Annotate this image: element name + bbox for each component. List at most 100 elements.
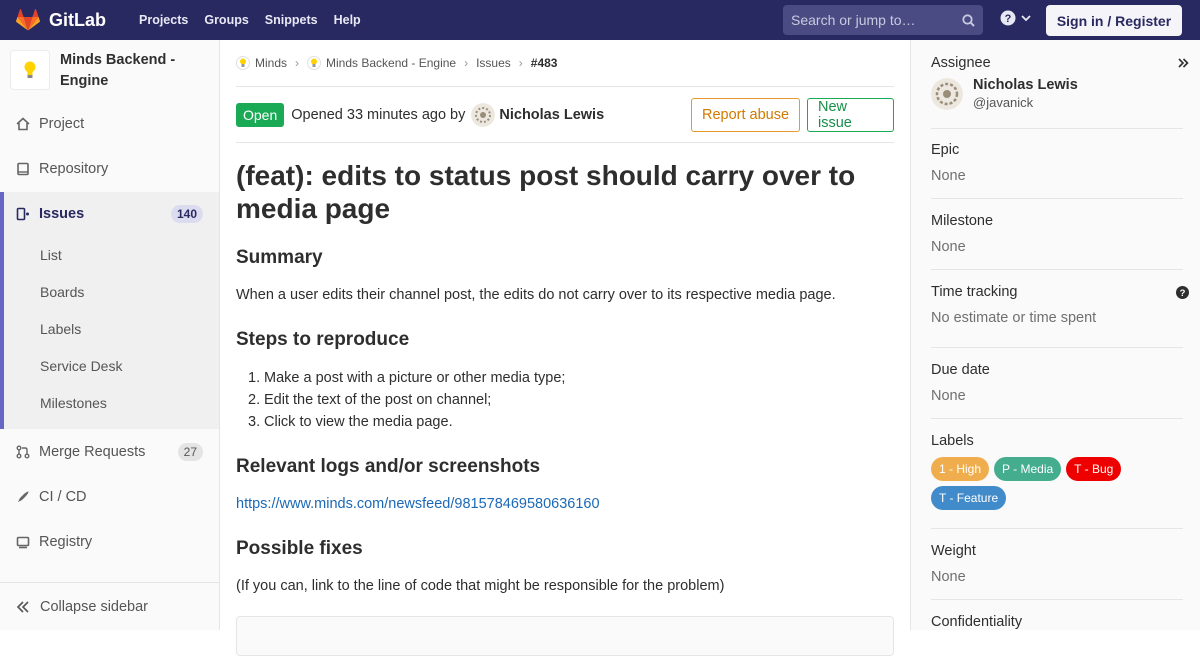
label-pill[interactable]: P - Media [994,457,1062,481]
svg-text:?: ? [1180,288,1186,299]
sidebar-subitem-service-desk[interactable]: Service Desk [40,358,122,374]
labels-block: Labels 1 - High P - Media T - Bug T - Fe… [931,433,1183,529]
home-icon [16,117,30,131]
lightbulb-icon [307,56,322,70]
time-tracking-block: Time tracking ? No estimate or time spen… [931,284,1189,348]
author-link[interactable]: Nicholas Lewis [471,102,605,127]
confidentiality-label: Confidentiality [931,614,1023,630]
search-icon [962,13,975,27]
rocket-icon [16,490,30,504]
double-chevron-left-icon [16,600,29,613]
milestone-value: None [931,239,966,255]
issue-title: (feat): edits to status post should carr… [236,160,856,224]
summary-text: When a user edits their channel post, th… [236,287,836,303]
search-placeholder: Search or jump to… [791,12,916,28]
due-date-label: Due date [931,362,990,378]
project-header[interactable]: Minds Backend - Engine [0,40,219,102]
search-input[interactable]: Search or jump to… [783,5,983,35]
sidebar-item-label: Merge Requests [39,444,146,460]
gitlab-home-link[interactable]: GitLab [16,9,106,31]
breadcrumb: Minds › Minds Backend - Engine › Issues … [236,40,894,87]
brand-name: GitLab [49,9,106,30]
nav-link-help[interactable]: Help [326,13,369,27]
label-pill[interactable]: 1 - High [931,457,990,481]
confidentiality-block: Confidentiality [931,614,1183,644]
logs-heading: Relevant logs and/or screenshots [236,456,541,477]
issue-header-bar: Open Opened 33 minutes ago by Nicholas L… [236,87,894,143]
sidebar-subitem-labels[interactable]: Labels [40,321,81,337]
breadcrumb-minds[interactable]: Minds [236,56,287,70]
avatar [931,77,963,110]
label-pill[interactable]: T - Bug [1066,457,1122,481]
sidebar-item-issues[interactable]: Issues 140 [0,192,219,236]
help-dropdown[interactable]: ? [1000,10,1032,26]
chevron-down-icon [1021,15,1031,22]
right-sidebar: Assignee Nicholas Lewis @javanick Epic N… [910,40,1200,630]
sidebar-subitem-boards[interactable]: Boards [40,284,84,300]
sidebar-item-cicd[interactable]: CI / CD [0,475,219,519]
avatar [471,102,496,127]
assignee-label: Assignee [931,55,991,71]
time-tracking-label: Time tracking [931,284,1018,300]
sidebar-subitem-list[interactable]: List [40,247,62,263]
merge-requests-count-badge: 27 [177,443,203,461]
epic-value: None [931,168,966,184]
assignee-name: Nicholas Lewis [973,77,1078,93]
merge-request-icon [16,445,30,459]
left-sidebar: Minds Backend - Engine Project Repositor… [0,40,220,630]
chevron-right-icon: › [295,56,300,70]
weight-label: Weight [931,543,976,559]
list-item: 2. Edit the text of the post on channel; [248,392,492,408]
sidebar-item-registry[interactable]: Registry [0,520,219,564]
epic-label: Epic [931,142,960,158]
sidebar-item-label: Project [39,116,85,132]
steps-heading: Steps to reproduce [236,329,410,350]
nav-link-groups[interactable]: Groups [196,13,256,27]
breadcrumb-label: Minds [255,56,288,70]
new-issue-button[interactable]: New issue [807,98,894,132]
sidebar-item-label: Issues [39,206,85,222]
author-name: Nicholas Lewis [499,106,605,123]
sign-in-register-button[interactable]: Sign in / Register [1046,5,1182,36]
breadcrumb-issue-number[interactable]: #483 [531,56,558,70]
collapse-sidebar-label: Collapse sidebar [40,598,149,615]
label-pill[interactable]: T - Feature [931,486,1007,510]
sidebar-item-project[interactable]: Project [0,102,219,146]
sidebar-item-repository[interactable]: Repository [0,147,219,191]
breadcrumb-issues[interactable]: Issues [476,56,511,70]
fixes-heading: Possible fixes [236,538,363,559]
breadcrumb-project[interactable]: Minds Backend - Engine [307,56,456,70]
list-item: 3. Click to view the media page. [248,414,453,430]
sidebar-subitem-milestones[interactable]: Milestones [40,395,107,411]
code-block [236,616,894,656]
issue-main: Minds › Minds Backend - Engine › Issues … [236,40,894,656]
issues-count-badge: 140 [170,205,203,223]
nav-link-snippets[interactable]: Snippets [257,13,326,27]
nav-links: Projects Groups Snippets Help [131,13,369,27]
due-date-value: None [931,388,966,404]
summary-heading: Summary [236,247,323,268]
question-icon: ? [1000,10,1016,26]
project-avatar [10,50,50,90]
milestone-label: Milestone [931,213,994,229]
sidebar-item-merge-requests[interactable]: Merge Requests 27 [0,430,219,474]
report-abuse-button[interactable]: Report abuse [691,98,801,132]
breadcrumb-label: Minds Backend - Engine [326,56,457,70]
issues-icon [16,207,30,221]
double-chevron-right-icon[interactable] [1177,57,1189,69]
collapse-sidebar-button[interactable]: Collapse sidebar [0,582,219,630]
labels-list: 1 - High P - Media T - Bug T - Feature [931,457,1151,515]
lightbulb-icon [236,56,250,70]
logs-link[interactable]: https://www.minds.com/newsfeed/981578469… [236,496,600,512]
sidebar-item-label: Repository [39,161,109,177]
assignee-user[interactable]: Nicholas Lewis @javanick [931,77,1183,110]
weight-value: None [931,569,966,585]
book-icon [16,162,30,176]
time-tracking-value: No estimate or time spent [931,310,1097,326]
gitlab-logo-icon [16,9,40,31]
nav-link-projects[interactable]: Projects [131,13,196,27]
assignee-username: @javanick [973,95,1034,110]
milestone-block: Milestone None [931,213,1183,270]
lightbulb-icon [24,61,36,78]
question-circle-icon[interactable]: ? [1176,286,1189,299]
